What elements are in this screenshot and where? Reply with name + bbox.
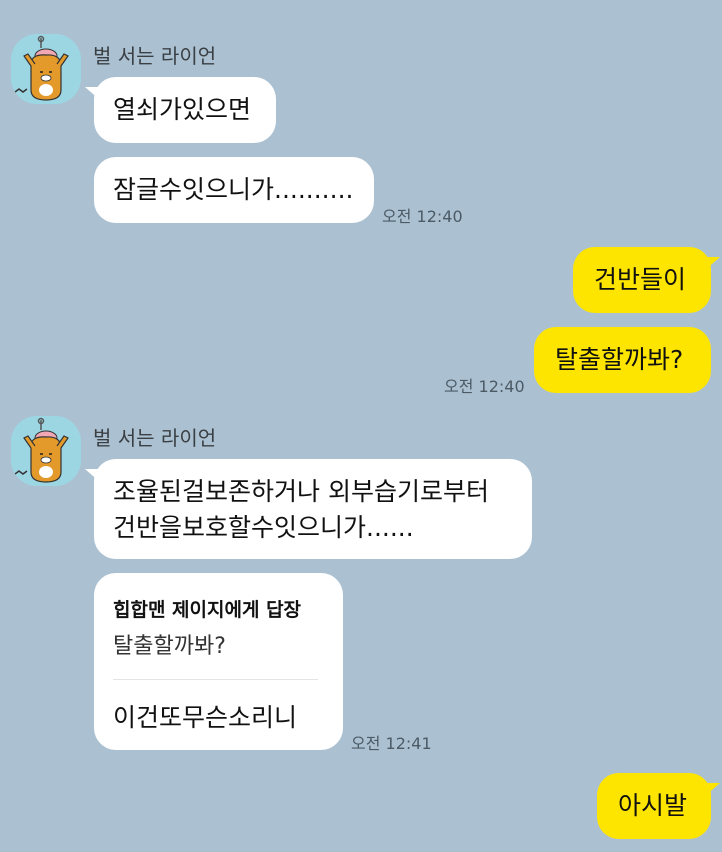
timestamp: 오전 12:41 — [351, 734, 432, 753]
message-bubble[interactable]: 잠글수잇으니가.......... — [94, 157, 374, 223]
bubble-tail — [85, 87, 101, 101]
message-text: 조율된걸보존하거나 외부습기로부터 — [113, 477, 489, 506]
timestamp: 오전 12:40 — [444, 377, 525, 396]
message-text: 건반을보호할수잇으니가...... — [113, 513, 414, 542]
message-text: 탈출할까봐? — [555, 345, 684, 374]
avatar[interactable] — [11, 34, 81, 104]
bubble-tail — [704, 783, 720, 797]
reply-quote: 탈출할까봐? — [113, 634, 226, 659]
message-text: 건반들이 — [594, 265, 687, 294]
sender-name: 벌 서는 라이언 — [93, 426, 217, 450]
bubble-tail — [85, 469, 101, 483]
sender-name: 벌 서는 라이언 — [93, 44, 217, 68]
avatar[interactable] — [11, 416, 81, 486]
message-bubble[interactable]: 탈출할까봐? — [534, 327, 711, 393]
message-text: 잠글수잇으니가.......... — [113, 175, 354, 204]
bubble-tail — [704, 257, 720, 271]
timestamp: 오전 12:40 — [382, 207, 463, 226]
reply-title: 힙합맨 제이지에게 답장 — [113, 599, 302, 621]
reply-divider — [113, 679, 318, 680]
message-bubble[interactable]: 조율된걸보존하거나 외부습기로부터 건반을보호할수잇으니가...... — [85, 459, 532, 559]
message-bubble[interactable]: 아시발 — [597, 773, 720, 839]
message-text: 이건또무슨소리니 — [113, 703, 298, 732]
ryan-avatar-icon — [11, 416, 81, 486]
message-text: 아시발 — [618, 791, 688, 820]
message-bubble[interactable]: 건반들이 — [573, 247, 720, 313]
reply-bubble[interactable]: 힙합맨 제이지에게 답장 탈출할까봐? 이건또무슨소리니 — [94, 573, 343, 750]
ryan-avatar-icon — [11, 34, 81, 104]
message-text: 열쇠가있으면 — [113, 95, 252, 124]
message-bubble[interactable]: 열쇠가있으면 — [85, 77, 276, 143]
